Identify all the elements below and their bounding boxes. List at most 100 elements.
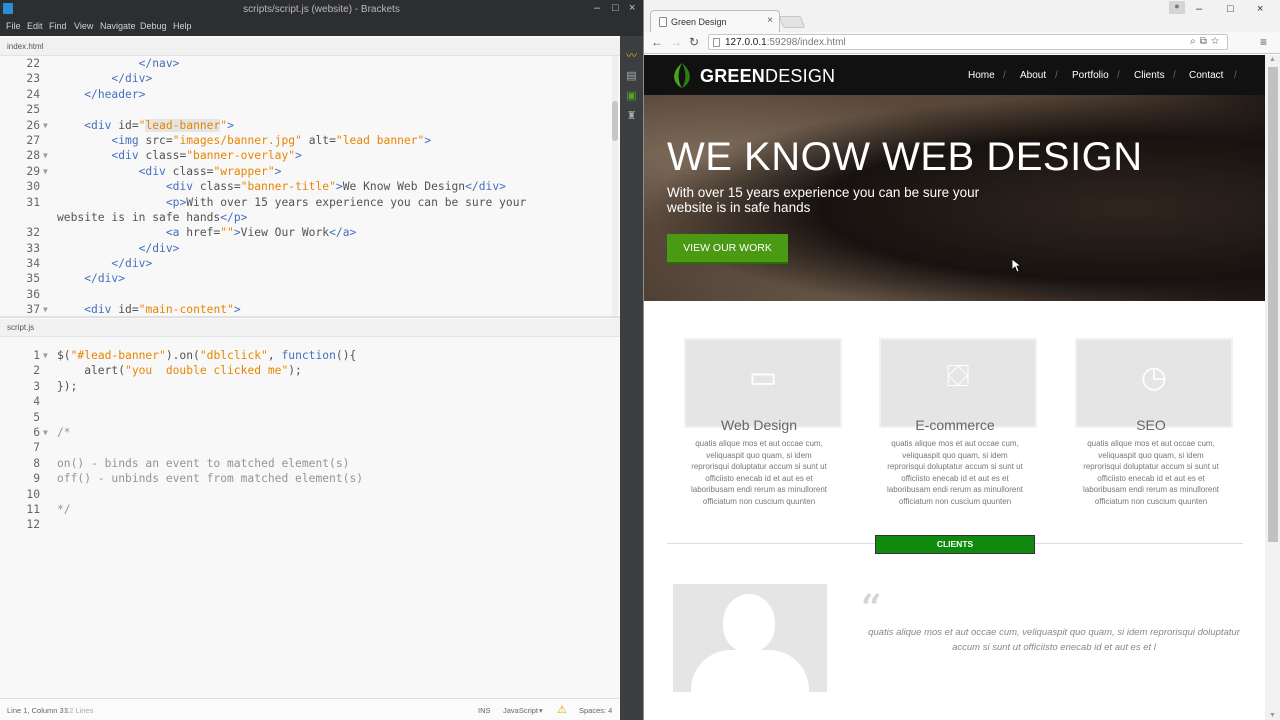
pane-divider	[0, 316, 620, 318]
html-line[interactable]: 30 <div class="banner-title">We Know Web…	[0, 179, 612, 194]
js-line[interactable]: 6 ▼ /*	[0, 425, 612, 440]
line-number: 4	[33, 395, 40, 409]
fold-toggle-icon[interactable]: ▼	[43, 118, 51, 133]
html-line[interactable]: 23 </div>	[0, 71, 612, 86]
lead-banner[interactable]: WE KNOW WEB DESIGN With over 15 years ex…	[644, 95, 1265, 301]
back-icon[interactable]: ←	[651, 35, 663, 49]
js-line[interactable]: 7	[0, 440, 612, 455]
line-number: 1	[33, 349, 40, 362]
js-code-view[interactable]: 1 ▼ $("#lead-banner").on("dblclick", funct…	[0, 348, 612, 533]
js-line[interactable]: 3});	[0, 379, 612, 394]
js-line[interactable]: 2 alert("you double clicked me");	[0, 363, 612, 378]
insert-mode[interactable]: INS	[478, 706, 491, 715]
fold-toggle-icon[interactable]: ▼	[43, 148, 51, 163]
extension-icon[interactable]: ▣	[625, 90, 638, 103]
warning-icon[interactable]: ⚠	[557, 703, 567, 716]
tab-title: Green Design	[671, 17, 727, 27]
js-line[interactable]: 8 on() - binds an event to matched elemen…	[0, 456, 612, 471]
html-line[interactable]: 36	[0, 287, 612, 302]
js-line[interactable]: 1 ▼ $("#lead-banner").on("dblclick", funct…	[0, 348, 612, 363]
chevron-down-icon[interactable]: ▾	[539, 706, 543, 715]
line-number: 30	[26, 180, 40, 194]
html-code-view[interactable]: 22 </nav> 23 </div> 24 </header> 25 26 ▼ <div…	[0, 56, 612, 318]
html-line[interactable]: 29 ▼ <div class="wrapper">	[0, 164, 612, 179]
js-line[interactable]: 12	[0, 517, 612, 532]
avatar-head	[723, 594, 775, 652]
fold-toggle-icon[interactable]: ▼	[43, 425, 51, 440]
extension-manager-icon[interactable]: ▤	[625, 70, 638, 83]
extension-icon-2[interactable]: ♜	[625, 110, 638, 123]
nav-portfolio[interactable]: Portfolio	[1072, 70, 1109, 81]
inline-editor-header-script[interactable]: script.js	[0, 319, 620, 337]
maximize-icon[interactable]: □	[612, 2, 619, 14]
html-line[interactable]: 31 <p>With over 15 years experience you …	[0, 195, 612, 210]
nav-contact[interactable]: Contact	[1189, 70, 1223, 81]
js-line[interactable]: 4	[0, 394, 612, 409]
html-line[interactable]: 34 </div>	[0, 256, 612, 271]
omnibox-icons[interactable]: ⌕⧉☆	[1190, 36, 1223, 47]
line-number: 2	[33, 364, 40, 378]
indent-setting[interactable]: Spaces: 4	[579, 706, 612, 715]
code-text: <p>With over 15 years experience you can…	[165, 195, 527, 209]
close-icon[interactable]: ×	[1257, 3, 1263, 15]
html-line[interactable]: 28 ▼ <div class="banner-overlay">	[0, 148, 612, 163]
code-text: on() - binds an event to matched element…	[57, 456, 350, 470]
inline-editor-header-index[interactable]: index.html	[0, 38, 620, 56]
js-line[interactable]: 11 */	[0, 502, 612, 517]
fold-toggle-icon[interactable]: ▼	[43, 348, 51, 363]
address-bar[interactable]: 127.0.0.1:59298/index.html ⌕⧉☆	[708, 34, 1228, 50]
menu-file[interactable]: File	[6, 21, 21, 31]
maximize-icon[interactable]: □	[1227, 3, 1234, 15]
html-line[interactable]: 33 </div>	[0, 241, 612, 256]
html-line[interactable]: 24 </header>	[0, 87, 612, 102]
html-line[interactable]: 35 </div>	[0, 271, 612, 286]
html-line[interactable]: 27 <img src="images/banner.jpg" alt="lea…	[0, 133, 612, 148]
user-icon[interactable]: ●	[1169, 1, 1185, 14]
close-icon[interactable]: ×	[629, 2, 635, 14]
minimize-icon[interactable]: –	[1196, 3, 1202, 15]
minimize-icon[interactable]: –	[594, 2, 600, 14]
line-number: 23	[26, 72, 40, 86]
reload-icon[interactable]: ↻	[689, 35, 699, 49]
code-text: <a href="">View Our Work</a>	[165, 226, 357, 240]
nav-home[interactable]: Home	[968, 70, 995, 81]
line-number: 35	[26, 272, 40, 286]
html-line[interactable]: 26 ▼ <div id="lead-banner">	[0, 118, 612, 133]
page-scrollbar[interactable]: ▲ ▼	[1265, 55, 1280, 720]
site-logo[interactable]: GREENDESIGN	[700, 66, 835, 87]
menu-navigate[interactable]: Navigate	[100, 21, 136, 31]
scroll-down-icon[interactable]: ▼	[1269, 712, 1276, 719]
js-line[interactable]: 10	[0, 487, 612, 502]
html-line[interactable]: website is in safe hands</p>	[0, 210, 612, 225]
menu-view[interactable]: View	[74, 21, 93, 31]
new-tab-button[interactable]	[778, 16, 806, 28]
menu-edit[interactable]: Edit	[27, 21, 43, 31]
scroll-up-icon[interactable]: ▲	[1269, 56, 1276, 63]
menu-icon[interactable]: ≡	[1260, 35, 1267, 49]
scrollbar-thumb[interactable]	[1268, 67, 1278, 542]
scrollbar-thumb[interactable]	[612, 101, 618, 141]
fold-toggle-icon[interactable]: ▼	[43, 164, 51, 179]
tab-close-icon[interactable]: ×	[767, 15, 773, 26]
html-line[interactable]: 25	[0, 102, 612, 117]
js-line[interactable]: 5	[0, 410, 612, 425]
nav-about[interactable]: About	[1020, 70, 1046, 81]
feature-title: SEO	[1136, 417, 1166, 433]
line-number: 10	[26, 487, 40, 501]
html-line[interactable]: 22 </nav>	[0, 56, 612, 71]
menu-help[interactable]: Help	[173, 21, 192, 31]
line-number: 7	[33, 441, 40, 455]
line-number: 8	[33, 456, 40, 470]
editor-scrollbar[interactable]	[612, 56, 618, 316]
html-line[interactable]: 32 <a href="">View Our Work</a>	[0, 225, 612, 240]
menu-debug[interactable]: Debug	[140, 21, 167, 31]
nav-clients[interactable]: Clients	[1134, 70, 1165, 81]
live-preview-icon[interactable]: 〰	[625, 50, 638, 63]
forward-icon[interactable]: →	[670, 35, 682, 49]
js-line[interactable]: 9 off() - unbinds event from matched elem…	[0, 471, 612, 486]
nav-separator: /	[1234, 70, 1237, 81]
language-select[interactable]: JavaScript	[503, 706, 538, 715]
menu-find[interactable]: Find	[49, 21, 67, 31]
browser-tab[interactable]: Green Design ×	[650, 10, 780, 32]
view-our-work-button[interactable]: VIEW OUR WORK	[667, 234, 788, 264]
